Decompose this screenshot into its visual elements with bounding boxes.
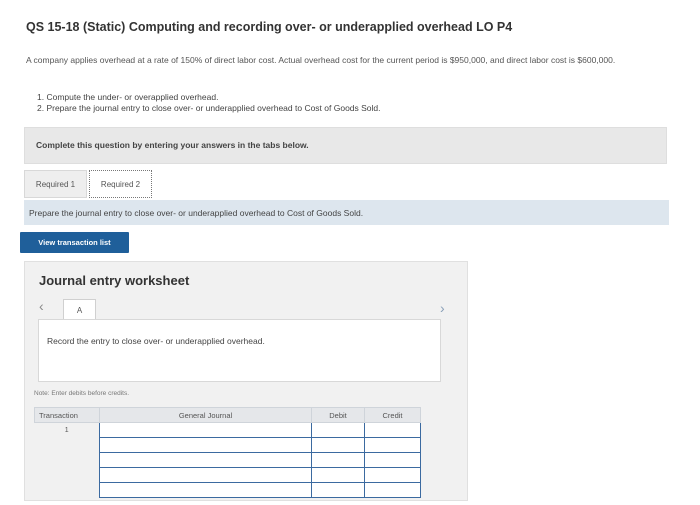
- question-intro: A company applies overhead at a rate of …: [26, 55, 616, 65]
- column-header-credit: Credit: [364, 407, 421, 423]
- table-row: [35, 482, 421, 498]
- general-journal-select[interactable]: [99, 482, 312, 498]
- task-item-1: 1. Compute the under- or overapplied ove…: [37, 92, 219, 102]
- complete-instruction-bar: Complete this question by entering your …: [24, 127, 667, 164]
- tab-required-1[interactable]: Required 1: [24, 170, 87, 198]
- table-row: [35, 452, 421, 468]
- credit-input[interactable]: [364, 452, 421, 468]
- transaction-cell: [35, 468, 100, 483]
- task-list: 1. Compute the under- or overapplied ove…: [37, 92, 381, 114]
- general-journal-select[interactable]: [99, 437, 312, 453]
- table-row: 1: [35, 422, 421, 438]
- column-header-general-journal: General Journal: [99, 407, 312, 423]
- table-row: [35, 467, 421, 483]
- credit-input[interactable]: [364, 422, 421, 438]
- task-item-2: 2. Prepare the journal entry to close ov…: [37, 103, 381, 113]
- credit-input[interactable]: [364, 437, 421, 453]
- debit-input[interactable]: [311, 467, 365, 483]
- worksheet-page-tab[interactable]: A: [63, 299, 96, 321]
- record-instruction-box: Record the entry to close over- or under…: [38, 319, 441, 382]
- debit-input[interactable]: [311, 437, 365, 453]
- general-journal-select[interactable]: [99, 422, 312, 438]
- general-journal-select[interactable]: [99, 467, 312, 483]
- debit-input[interactable]: [311, 482, 365, 498]
- view-transaction-list-button[interactable]: View transaction list: [20, 232, 129, 253]
- debit-input[interactable]: [311, 422, 365, 438]
- chevron-left-icon[interactable]: ‹: [39, 298, 44, 314]
- chevron-right-icon[interactable]: ›: [440, 300, 445, 316]
- record-instruction-text: Record the entry to close over- or under…: [47, 336, 265, 346]
- journal-table-header: Transaction General Journal Debit Credit: [34, 407, 421, 423]
- journal-worksheet-title: Journal entry worksheet: [39, 273, 190, 288]
- page-title: QS 15-18 (Static) Computing and recordin…: [26, 20, 513, 34]
- credit-input[interactable]: [364, 467, 421, 483]
- tab-instruction-bar: Prepare the journal entry to close over-…: [24, 200, 669, 225]
- credit-input[interactable]: [364, 482, 421, 498]
- tab-instruction-text: Prepare the journal entry to close over-…: [29, 208, 364, 218]
- tab-required-2[interactable]: Required 2: [89, 170, 152, 198]
- transaction-number: 1: [64, 426, 69, 434]
- column-header-debit: Debit: [311, 407, 365, 423]
- debit-input[interactable]: [311, 452, 365, 468]
- journal-table: Transaction General Journal Debit Credit…: [34, 407, 421, 498]
- transaction-cell: [35, 438, 100, 453]
- table-row: [35, 437, 421, 453]
- complete-instruction-text: Complete this question by entering your …: [36, 140, 309, 150]
- transaction-cell: [35, 483, 100, 498]
- debits-note: Note: Enter debits before credits.: [34, 390, 130, 397]
- transaction-cell: [35, 453, 100, 468]
- general-journal-select[interactable]: [99, 452, 312, 468]
- column-header-transaction: Transaction: [34, 407, 100, 423]
